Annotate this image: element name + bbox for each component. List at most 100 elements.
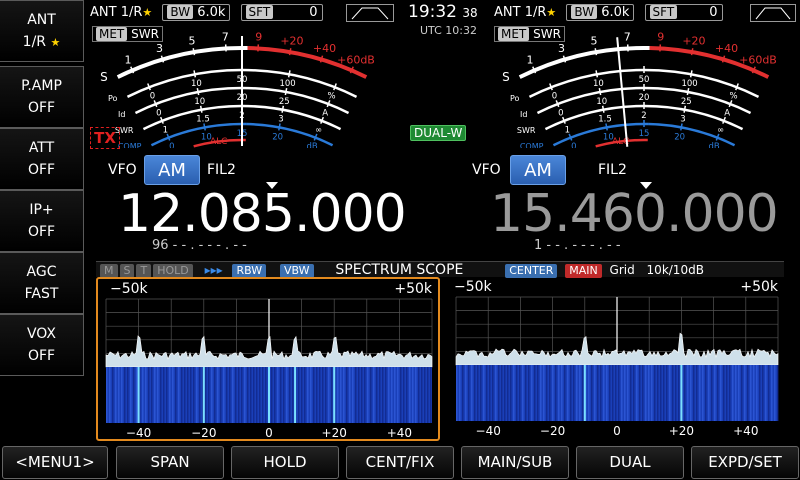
dual-button[interactable]: DUAL: [576, 446, 684, 479]
waterfall-column: [651, 365, 653, 421]
scope-title: SPECTRUM SCOPE: [335, 262, 464, 278]
waterfall-column: [127, 367, 129, 423]
sub-mode-button[interactable]: AM: [510, 155, 566, 185]
po-scale-label: 100: [279, 79, 295, 89]
preamp-button[interactable]: P.AMP OFF: [0, 66, 84, 128]
po-scale-label: 100: [681, 79, 697, 89]
vbw-chip[interactable]: VBW: [280, 264, 314, 278]
vox-button[interactable]: VOX OFF: [0, 314, 84, 376]
swr-scale-label: 1.5: [196, 115, 210, 125]
scope-chip-s[interactable]: S: [119, 264, 135, 278]
waterfall-column: [666, 365, 668, 421]
waterfall-column: [169, 367, 171, 423]
cent-fix-button[interactable]: CENT/FIX: [346, 446, 454, 479]
main-sub-button[interactable]: MAIN/SUB: [461, 446, 569, 479]
waterfall-column: [109, 367, 111, 423]
waterfall-column: [525, 365, 527, 421]
waterfall-column: [714, 365, 716, 421]
sub-vfo-label[interactable]: VFO: [472, 162, 501, 178]
waterfall-column: [552, 365, 554, 421]
waterfall-column: [705, 365, 707, 421]
sub-frequency[interactable]: 15.460.000: [490, 186, 779, 242]
main-vfo-label[interactable]: VFO: [108, 162, 137, 178]
s-scale-label: 7: [624, 30, 631, 43]
s-scale-label: 1: [125, 53, 132, 66]
rbw-chip[interactable]: RBW: [232, 264, 267, 278]
main-ant-label[interactable]: ANT 1/R: [90, 5, 142, 20]
waterfall-column: [157, 367, 159, 423]
comp-scale-label: 20: [674, 132, 685, 142]
sub-scope-panel[interactable]: −40 −20 0 +20 +40 −50k +50k: [448, 277, 784, 441]
sub-spectrum[interactable]: −40 −20 0 +20 +40: [448, 277, 784, 437]
waterfall-column: [495, 365, 497, 421]
waterfall-column: [660, 365, 662, 421]
waterfall-column: [418, 367, 420, 423]
waterfall-column: [337, 367, 339, 423]
waterfall-column: [774, 365, 776, 421]
scope-chip-t[interactable]: T: [136, 264, 152, 278]
waterfall-column: [205, 367, 207, 423]
waterfall-column: [465, 365, 467, 421]
main-spectrum[interactable]: −40 −20 0 +20 +40: [98, 279, 438, 439]
sub-bw-box[interactable]: BW 6.0k: [566, 4, 635, 21]
waterfall-column: [693, 365, 695, 421]
sub-sft-box[interactable]: SFT 0: [644, 4, 723, 21]
waterfall-column: [501, 365, 503, 421]
main-chip[interactable]: MAIN: [565, 264, 602, 278]
waterfall-column: [187, 367, 189, 423]
waterfall-column: [555, 365, 557, 421]
waterfall-carrier: [583, 365, 586, 421]
center-chip[interactable]: CENTER: [505, 264, 558, 278]
waterfall-column: [639, 365, 641, 421]
att-button[interactable]: ATT OFF: [0, 128, 84, 190]
sub-span-right: +50k: [740, 279, 778, 295]
waterfall-column: [253, 367, 255, 423]
waterfall-column: [504, 365, 506, 421]
waterfall-column: [325, 367, 327, 423]
scope-chip-hold[interactable]: HOLD: [153, 264, 193, 278]
waterfall-column: [570, 365, 572, 421]
waterfall-column: [645, 365, 647, 421]
po-scale-name: Po: [510, 94, 520, 103]
main-bw-box[interactable]: BW 6.0k: [162, 4, 231, 21]
waterfall-column: [226, 367, 228, 423]
sub-filter-label[interactable]: FIL2: [598, 162, 627, 178]
waterfall-column: [184, 367, 186, 423]
agc-button[interactable]: AGC FAST: [0, 252, 84, 314]
main-mode-button[interactable]: AM: [144, 155, 200, 185]
main-bw-value: 6.0k: [197, 5, 226, 20]
main-sft-label: SFT: [245, 5, 274, 19]
span-button[interactable]: SPAN: [116, 446, 224, 479]
main-sft-box[interactable]: SFT 0: [240, 4, 323, 21]
sub-ant-label[interactable]: ANT 1/R: [494, 5, 546, 20]
expd-set-button[interactable]: EXPD/SET: [691, 446, 799, 479]
main-filter-shape-icon: [346, 4, 394, 22]
id-scale-label: 0: [558, 108, 563, 118]
ip-plus-button[interactable]: IP+ OFF: [0, 190, 84, 252]
main-star-icon: ★: [142, 6, 153, 19]
menu1-button[interactable]: <MENU1>: [2, 446, 108, 479]
dual-watch-badge: DUAL-W: [410, 125, 467, 141]
po-scale-tick: [595, 70, 599, 78]
swr-scale-label: 3: [680, 115, 685, 125]
hold-button[interactable]: HOLD: [231, 446, 339, 479]
waterfall-column: [621, 365, 623, 421]
scope-chip-m[interactable]: M: [100, 264, 118, 278]
po-scale-tick: [287, 70, 291, 78]
main-scope-panel[interactable]: −40 −20 0 +20 +40 −50k +50k: [96, 277, 440, 441]
waterfall-column: [534, 365, 536, 421]
id-scale-label: 20: [639, 93, 650, 103]
ant-button[interactable]: ANT 1/R ★: [0, 0, 84, 62]
main-filter-label[interactable]: FIL2: [207, 162, 236, 178]
preamp-value: OFF: [27, 100, 56, 116]
waterfall-column: [513, 365, 515, 421]
waterfall-column: [600, 365, 602, 421]
main-frequency[interactable]: 12.085.000: [118, 186, 407, 242]
waterfall-column: [286, 367, 288, 423]
waterfall-column: [735, 365, 737, 421]
waterfall-column: [292, 367, 294, 423]
waterfall-column: [124, 367, 126, 423]
waterfall-column: [462, 365, 464, 421]
waterfall-column: [331, 367, 333, 423]
waterfall-column: [130, 367, 132, 423]
